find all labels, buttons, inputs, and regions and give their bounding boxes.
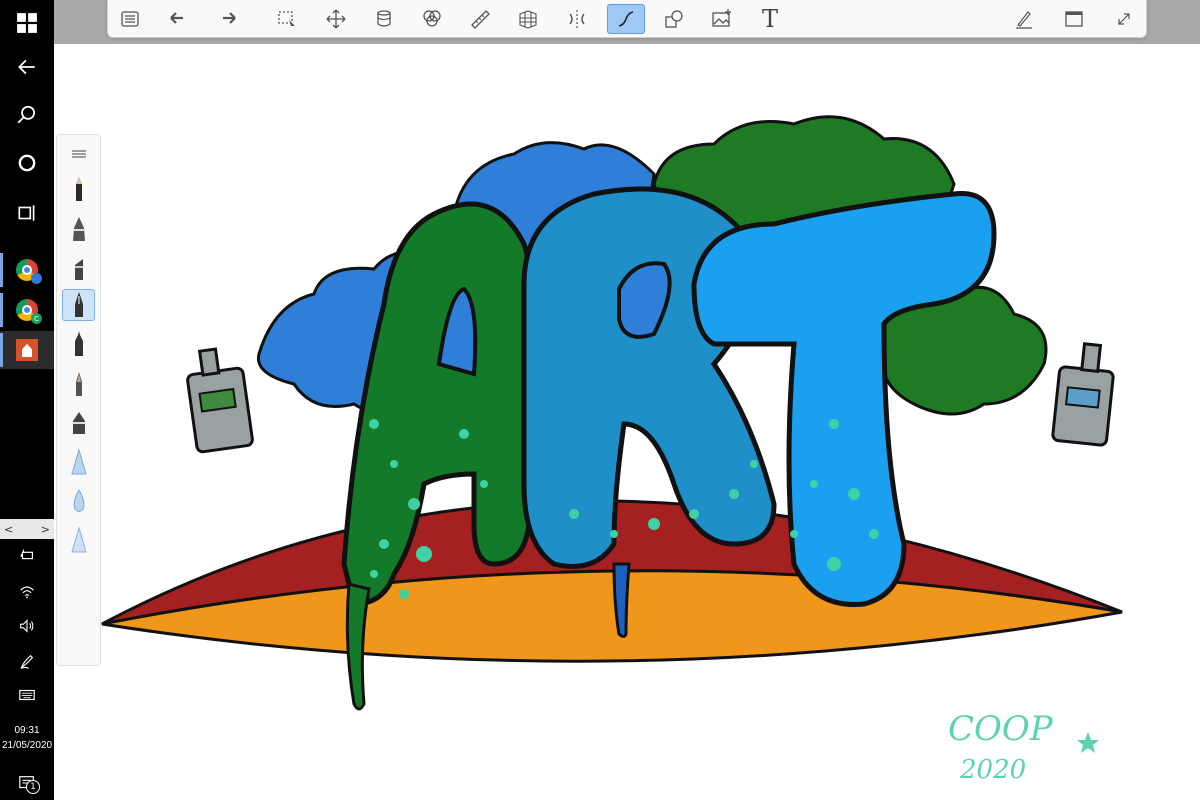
cone-eraser-button[interactable] <box>62 524 95 556</box>
taskbar-app-chrome-2[interactable]: C <box>0 291 54 329</box>
main-toolbar: T <box>107 0 1147 38</box>
task-view-icon[interactable] <box>0 190 54 236</box>
profile-badge-icon: C <box>31 313 42 324</box>
search-icon[interactable] <box>0 92 54 138</box>
battery-icon[interactable] <box>0 540 54 570</box>
running-indicator <box>0 293 3 327</box>
clock-date: 21/05/2020 <box>1 740 53 751</box>
tray-scroll-left-button[interactable]: < <box>4 523 13 536</box>
selection-tool-button[interactable] <box>268 4 306 34</box>
chisel-marker-brush-button[interactable] <box>62 406 95 438</box>
back-arrow-icon[interactable] <box>0 44 54 90</box>
text-tool-tool-button[interactable]: T <box>751 4 789 34</box>
menu-list-tool-button[interactable] <box>111 4 149 34</box>
system-clock[interactable]: 09:31 21/05/2020 <box>0 723 54 753</box>
wifi-icon[interactable] <box>0 577 54 607</box>
spray-can-right <box>1051 342 1115 447</box>
curve-stroke-tool-button[interactable] <box>607 4 645 34</box>
pen-settings-tool-button[interactable] <box>1005 4 1043 34</box>
profile-badge-icon <box>31 273 42 284</box>
text-tool-icon: T <box>761 5 778 33</box>
redo-tool-button[interactable] <box>209 4 247 34</box>
perspective-grid-icon <box>519 10 537 29</box>
ruler-icon <box>471 10 490 29</box>
layers-tool-button[interactable] <box>365 4 403 34</box>
insert-image-icon <box>712 9 731 27</box>
pen-settings-icon <box>1016 11 1032 29</box>
taskbar-app-chrome-1[interactable] <box>0 251 54 289</box>
paint-brush-icon <box>75 372 82 396</box>
cortana-circle-icon[interactable] <box>0 140 54 186</box>
pencil-brush-icon <box>75 177 82 201</box>
artist-signature: COOP 2020 <box>948 709 1099 785</box>
blue-drip <box>612 562 631 638</box>
sketchable-icon <box>16 339 38 361</box>
shapes-tool-button[interactable] <box>655 4 693 34</box>
taskbar-app-sketchable[interactable] <box>0 331 54 369</box>
keyboard-icon[interactable] <box>0 680 54 710</box>
pen-icon[interactable] <box>0 647 54 677</box>
tray-scroll-right-button[interactable]: > <box>41 523 50 536</box>
brush-palette-toggle-icon <box>71 150 86 158</box>
move-tool-button[interactable] <box>317 4 355 34</box>
chisel-marker-brush-icon <box>72 412 85 434</box>
ruler-tool-button[interactable] <box>461 4 499 34</box>
brush-palette-toggle-button[interactable] <box>62 138 95 170</box>
insert-image-tool-button[interactable] <box>703 4 741 34</box>
color-mixer-tool-button[interactable] <box>413 4 451 34</box>
chrome-icon <box>16 259 42 284</box>
action-center-button[interactable]: 1 <box>0 766 54 800</box>
signature-line2: 2020 <box>959 755 1026 785</box>
chrome-icon: C <box>16 299 42 324</box>
graffiti-artwork <box>101 115 1123 711</box>
signature-line1: COOP <box>948 709 1054 749</box>
volume-icon[interactable] <box>0 611 54 641</box>
ink-pen-brush-icon <box>72 217 85 241</box>
undo-tool-button[interactable] <box>159 4 197 34</box>
fullscreen-tool-button[interactable] <box>1105 4 1143 34</box>
undo-icon <box>170 12 183 24</box>
marker-brush-icon <box>74 259 83 280</box>
cone-airbrush-icon <box>70 448 87 475</box>
color-mixer-icon <box>423 10 441 27</box>
cone-airbrush-button[interactable] <box>62 446 95 478</box>
menu-list-icon <box>121 11 139 27</box>
signature-star-icon <box>1077 732 1099 753</box>
technical-pen-brush-button[interactable] <box>62 328 95 360</box>
selection-icon <box>278 11 295 26</box>
perspective-grid-tool-button[interactable] <box>509 4 547 34</box>
windows-taskbar: C < > 09:31 21/05/2020 1 <box>0 0 54 800</box>
symmetry-icon <box>569 10 585 28</box>
window-mode-icon <box>1065 11 1083 27</box>
window-mode-tool-button[interactable] <box>1055 4 1093 34</box>
fullscreen-icon <box>1118 13 1130 25</box>
drop-blender-icon <box>73 489 84 512</box>
notification-count-badge: 1 <box>26 780 40 794</box>
paint-brush-button[interactable] <box>62 368 95 400</box>
running-indicator <box>0 333 3 367</box>
marker-brush-button[interactable] <box>62 252 95 284</box>
spray-can-left <box>186 347 254 454</box>
pencil-brush-button[interactable] <box>62 173 95 205</box>
move-icon <box>326 9 346 29</box>
tray-scroll-bar[interactable]: < > <box>0 519 54 539</box>
fountain-pen-brush-icon <box>74 292 83 317</box>
cone-eraser-icon <box>70 526 87 553</box>
redo-icon <box>223 12 236 24</box>
ink-pen-brush-button[interactable] <box>62 213 95 245</box>
layers-icon <box>377 10 391 27</box>
technical-pen-brush-icon <box>74 331 83 356</box>
clock-time: 09:31 <box>14 725 40 736</box>
brush-palette <box>56 134 101 666</box>
running-indicator <box>0 253 3 287</box>
fountain-pen-brush-button[interactable] <box>62 289 95 321</box>
shapes-icon <box>665 10 683 28</box>
windows-logo-icon[interactable] <box>0 0 54 46</box>
symmetry-tool-button[interactable] <box>558 4 596 34</box>
curve-stroke-icon <box>618 11 634 27</box>
drop-blender-button[interactable] <box>62 485 95 517</box>
